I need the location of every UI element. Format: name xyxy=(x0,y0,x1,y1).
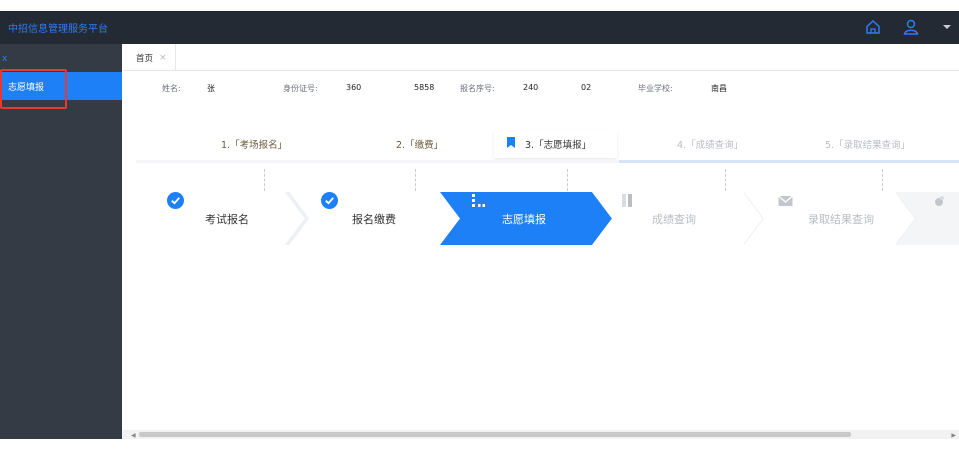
tab-bar: 首页 × xyxy=(122,44,959,71)
step-label: 成绩查询 xyxy=(652,213,696,226)
progress-remaining xyxy=(619,160,959,163)
name-value: 张 xyxy=(207,84,215,93)
step-header-3[interactable]: 3.「志愿填报」 xyxy=(525,137,591,151)
step-header-2[interactable]: 2.「缴费」 xyxy=(396,137,443,151)
tab-label: 首页 xyxy=(136,53,154,64)
progress-fill xyxy=(136,160,619,163)
main-content: 首页 × 姓名: 张 身份证号: 360 5858 报名序号: 240 02 毕… xyxy=(122,44,959,439)
connector-line xyxy=(264,169,265,191)
top-bar: 中招信息管理服务平台 xyxy=(0,11,959,44)
chevron-shape xyxy=(896,192,959,245)
step-label: 录取结果查询 xyxy=(808,213,874,226)
connector-line xyxy=(415,169,416,191)
connector-line xyxy=(725,169,726,191)
id-value-prefix: 360 xyxy=(346,83,362,92)
id-label: 身份证号: xyxy=(283,84,318,93)
step-volunteer-filling[interactable]: 志愿填报 xyxy=(440,192,612,245)
bookmark-icon xyxy=(507,137,515,148)
step-registration-fee[interactable]: 报名缴费 xyxy=(288,192,460,245)
tab-home[interactable]: 首页 × xyxy=(130,44,176,71)
user-icon[interactable] xyxy=(902,18,920,36)
app-title: 中招信息管理服务平台 xyxy=(8,24,108,35)
highlight-box xyxy=(0,69,67,109)
step-header-1[interactable]: 1.「考场报名」 xyxy=(221,137,287,151)
step-header-5[interactable]: 5.「录取结果查询」 xyxy=(825,137,910,151)
step-label: 报名缴费 xyxy=(352,213,396,226)
scrollbar-thumb[interactable] xyxy=(139,432,851,437)
caret-down-icon[interactable] xyxy=(942,23,952,31)
settings-icon xyxy=(935,196,944,206)
list-icon xyxy=(472,194,485,207)
reg-value-suffix: 02 xyxy=(581,83,592,92)
home-icon[interactable] xyxy=(864,18,882,36)
step-bar: 考试报名 报名缴费 志愿填报 成绩查询 录取结果查询 xyxy=(136,192,959,245)
scroll-right-icon[interactable]: ▶ xyxy=(951,432,956,439)
app-window: 中招信息管理服务平台 x 志愿填报 首页 × 姓名: 张 身份证号: 360 5… xyxy=(0,0,959,456)
id-value-suffix: 5858 xyxy=(414,83,435,92)
reg-label: 报名序号: xyxy=(460,84,495,93)
connector-line xyxy=(882,169,883,191)
school-label: 毕业学校: xyxy=(638,84,673,93)
check-circle-icon xyxy=(321,192,338,209)
step-header-4[interactable]: 4.「成绩查询」 xyxy=(677,137,743,151)
connector-line xyxy=(567,169,568,191)
step-admission-result[interactable]: 录取结果查询 xyxy=(744,192,916,245)
check-circle-icon xyxy=(167,192,184,209)
step-partial xyxy=(896,192,959,245)
score-icon xyxy=(622,194,632,207)
reg-value-prefix: 240 xyxy=(523,83,539,92)
step-label: 考试报名 xyxy=(205,213,249,226)
scroll-left-icon[interactable]: ◀ xyxy=(131,432,136,439)
sidebar-close-button[interactable]: x xyxy=(2,54,7,64)
school-value: 南昌 xyxy=(711,84,727,93)
step-label: 志愿填报 xyxy=(502,213,546,226)
step-exam-registration[interactable]: 考试报名 xyxy=(136,192,306,245)
step-score-query[interactable]: 成绩查询 xyxy=(592,192,764,245)
name-label: 姓名: xyxy=(162,84,181,93)
close-icon[interactable]: × xyxy=(159,53,167,63)
mail-icon xyxy=(778,195,793,206)
horizontal-scrollbar[interactable]: ◀ ▶ xyxy=(122,430,959,439)
